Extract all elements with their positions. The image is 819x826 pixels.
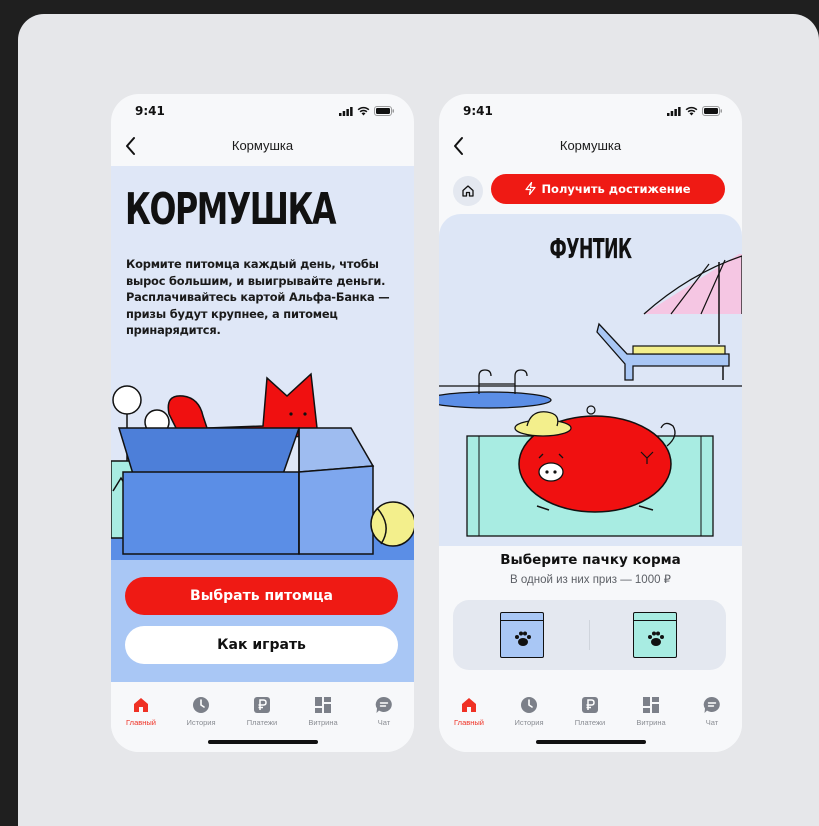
tab-payments[interactable]: Платежи [234, 696, 290, 727]
nav-title: Кормушка [231, 138, 294, 153]
home-icon [134, 698, 148, 712]
tab-label: История [514, 718, 544, 727]
tab-showcase[interactable]: Витрина [295, 696, 351, 727]
battery-icon [702, 106, 722, 116]
wifi-icon [357, 106, 370, 116]
clock-icon [193, 697, 209, 713]
pet-scene: ФУНТИК [439, 214, 742, 546]
battery-icon [374, 106, 394, 116]
nav-bar: Кормушка [111, 128, 414, 166]
house-outline-icon [462, 185, 474, 197]
home-indicator [535, 740, 646, 744]
tab-history[interactable]: История [173, 696, 229, 727]
ruble-icon [582, 697, 598, 713]
lightning-icon [525, 181, 537, 196]
tab-label: Чат [377, 718, 391, 727]
nav-title: Кормушка [559, 138, 622, 153]
phone-screen-intro: 9:41 Кормушка КОРМУШКА Кормите питомца к… [111, 94, 414, 752]
system-icons [667, 106, 722, 116]
tab-label: Главный [126, 718, 156, 727]
tab-main[interactable]: Главный [113, 696, 169, 727]
tab-bar: Главный История Платежи Витрина Чат [111, 682, 414, 752]
tab-label: Витрина [636, 718, 666, 727]
tab-label: Витрина [308, 718, 338, 727]
tab-showcase[interactable]: Витрина [623, 696, 679, 727]
grid-icon [643, 697, 659, 713]
food-pack-2[interactable] [633, 612, 677, 658]
nav-bar: Кормушка [439, 128, 742, 166]
status-bar: 9:41 [111, 94, 414, 128]
chat-icon [703, 696, 720, 713]
cat-in-box-illustration [111, 372, 414, 560]
tab-bar: Главный История Платежи Витрина Чат [439, 682, 742, 752]
pig-poolside-illustration [439, 254, 742, 537]
tab-label: Главный [454, 718, 484, 727]
tab-payments[interactable]: Платежи [562, 696, 618, 727]
achievement-label: Получить достижение [541, 182, 691, 196]
tab-label: Чат [705, 718, 719, 727]
tab-chat[interactable]: Чат [356, 696, 412, 727]
phone-screen-pet: 9:41 Кормушка Получить достижение ФУНТИК [439, 94, 742, 752]
chat-icon [375, 696, 392, 713]
food-packs [453, 600, 726, 670]
wifi-icon [685, 106, 698, 116]
signal-icon [339, 106, 353, 116]
clock-icon [521, 697, 537, 713]
paw-icon [515, 631, 531, 646]
home-icon [462, 698, 476, 712]
tab-chat[interactable]: Чат [684, 696, 740, 727]
choose-subtitle: В одной из них приз — 1000 ₽ [510, 574, 671, 586]
how-to-play-button[interactable]: Как играть [125, 626, 398, 664]
home-indicator [207, 740, 318, 744]
pack-divider [589, 620, 590, 650]
choose-pet-button[interactable]: Выбрать питомца [125, 577, 398, 615]
home-button[interactable] [453, 176, 483, 206]
status-time: 9:41 [463, 104, 493, 118]
ruble-icon [254, 697, 270, 713]
system-icons [339, 106, 394, 116]
hero-title: КОРМУШКА [125, 184, 336, 235]
hero-description: Кормите питомца каждый день, чтобы вырос… [126, 257, 390, 337]
tab-main[interactable]: Главный [441, 696, 497, 727]
paw-icon [648, 631, 664, 646]
tab-label: Платежи [574, 718, 606, 727]
tab-label: Платежи [246, 718, 278, 727]
status-time: 9:41 [135, 104, 165, 118]
choose-title: Выберите пачку корма [500, 552, 681, 568]
tab-label: История [186, 718, 216, 727]
food-pack-1[interactable] [500, 612, 544, 658]
pack-lid [634, 613, 676, 621]
status-bar: 9:41 [439, 94, 742, 128]
get-achievement-button[interactable]: Получить достижение [491, 174, 725, 204]
signal-icon [667, 106, 681, 116]
grid-icon [315, 697, 331, 713]
pack-lid [501, 613, 543, 621]
tab-history[interactable]: История [501, 696, 557, 727]
